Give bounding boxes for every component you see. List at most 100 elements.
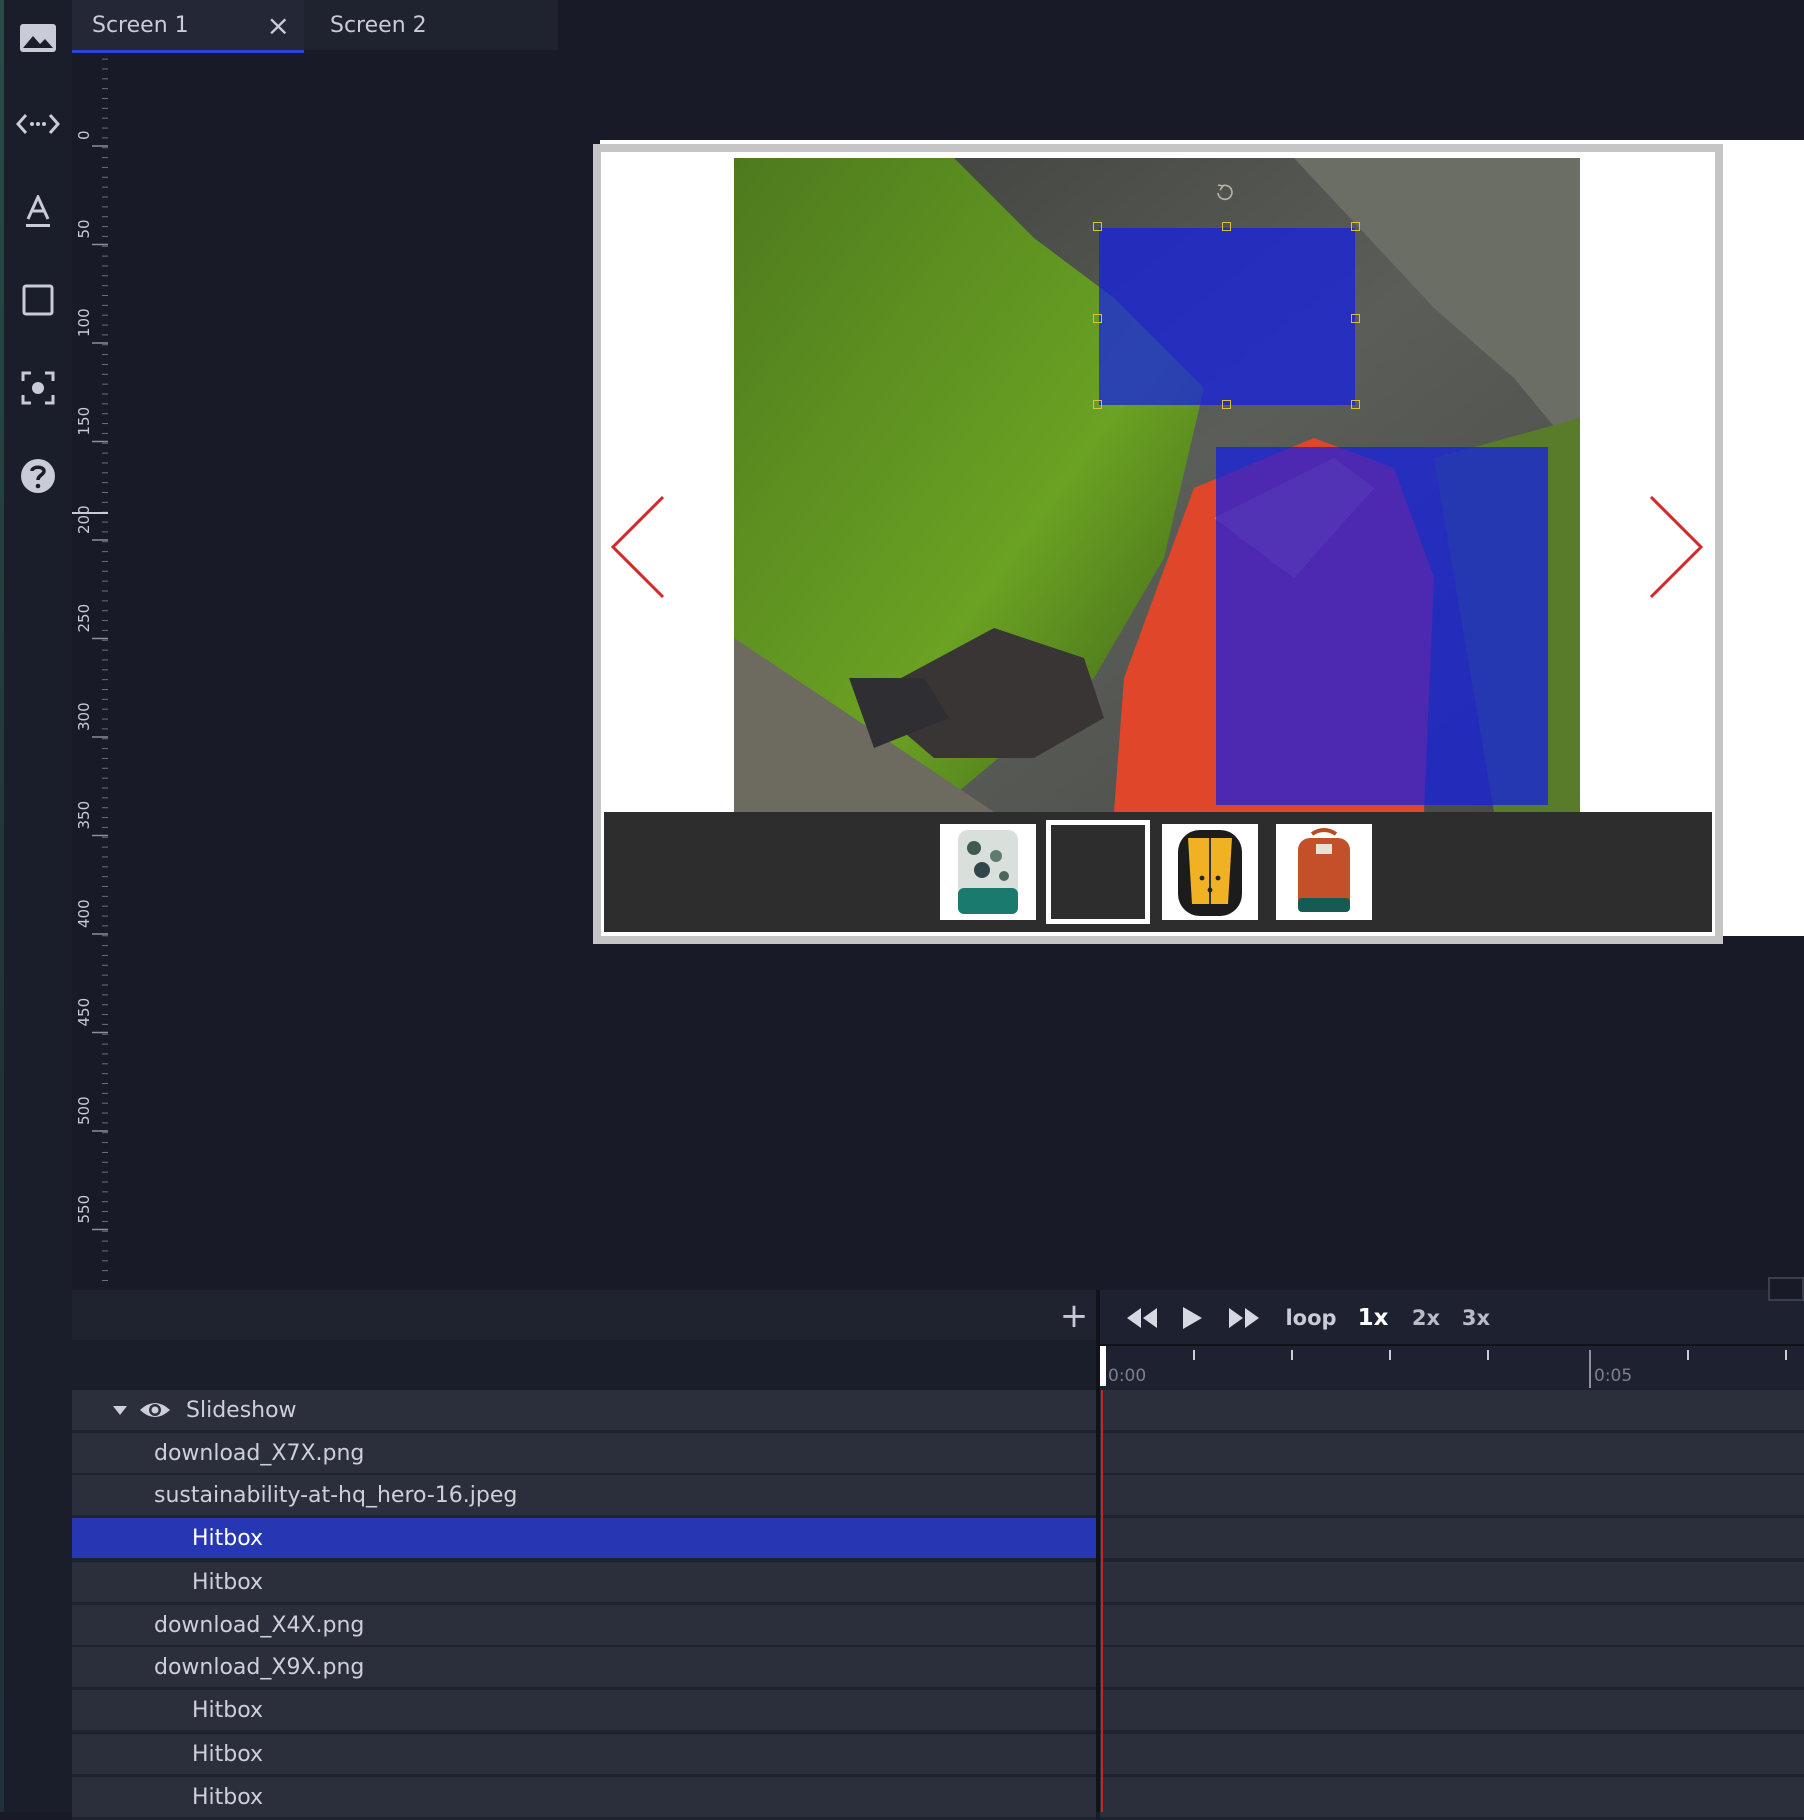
ruler-label: 400 (75, 899, 93, 928)
visibility-eye-icon[interactable] (138, 1399, 172, 1421)
track-row[interactable] (1100, 1605, 1804, 1648)
ruler-label: 250 (75, 604, 93, 633)
layers-header (72, 1340, 1096, 1390)
layer-row[interactable]: Hitbox (72, 1562, 1096, 1605)
track-row[interactable] (1100, 1690, 1804, 1733)
next-slide-button[interactable] (1646, 492, 1706, 602)
resize-handle[interactable] (1093, 222, 1102, 231)
resize-handle[interactable] (1351, 314, 1360, 323)
resize-handle[interactable] (1351, 400, 1360, 409)
ruler-label: 500 (75, 1096, 93, 1125)
hitbox-backpack[interactable] (1216, 447, 1548, 805)
screen-tabs (72, 1290, 1096, 1340)
tab-label: Screen 2 (330, 12, 427, 38)
add-screen-button[interactable]: + (1056, 1296, 1092, 1336)
track-row[interactable] (1100, 1734, 1804, 1777)
resize-handle[interactable] (1222, 400, 1231, 409)
layer-row[interactable]: download_X9X.png (72, 1647, 1096, 1690)
track-row[interactable] (1100, 1777, 1804, 1820)
ruler-ticks: -50050100150200250300350400450500550 (72, 0, 108, 1281)
layer-row[interactable]: download_X4X.png (72, 1605, 1096, 1648)
image-icon[interactable] (14, 14, 62, 62)
code-embed-icon[interactable] (14, 100, 62, 148)
fast-forward-icon (1229, 1308, 1259, 1328)
ruler-label: 0 (75, 130, 93, 140)
playhead-line (1101, 1390, 1103, 1812)
layer-row[interactable]: download_X7X.png (72, 1433, 1096, 1476)
hitbox-hat[interactable] (1099, 228, 1355, 405)
close-tab-icon[interactable]: × (267, 9, 290, 42)
layer-label: Hitbox (192, 1741, 264, 1767)
layer-row[interactable]: Hitbox (72, 1777, 1096, 1820)
resize-handle[interactable] (1093, 314, 1102, 323)
layer-row[interactable]: Hitbox (72, 1734, 1096, 1777)
tab-screen-2[interactable]: Screen 2 (304, 0, 558, 50)
thumbnail-3[interactable] (1162, 824, 1258, 920)
panel-corner-control[interactable] (1768, 1277, 1804, 1301)
tab-label: Screen 1 (92, 12, 189, 38)
layer-label: sustainability-at-hq_hero-16.jpeg (154, 1482, 518, 1508)
speed-2x-button[interactable]: 2x (1406, 1298, 1446, 1338)
layer-label: Hitbox (192, 1697, 264, 1723)
orange-backpack-image (1298, 828, 1350, 912)
track-row[interactable] (1100, 1390, 1804, 1433)
resize-handle[interactable] (1351, 222, 1360, 231)
help-icon[interactable] (14, 452, 62, 500)
track-row[interactable] (1100, 1518, 1804, 1561)
chevron-right-icon (1649, 495, 1704, 599)
vertical-ruler: -50050100150200250300350400450500550 (72, 0, 108, 1290)
thumbnail-strip (604, 812, 1712, 932)
tab-screen-1[interactable]: Screen 1 × (72, 0, 304, 53)
resize-handle[interactable] (1222, 222, 1231, 231)
layer-row-slideshow[interactable]: Slideshow (72, 1390, 1096, 1433)
collapse-caret-icon[interactable] (112, 1404, 128, 1416)
yellow-backpack-image (1178, 830, 1242, 916)
track-row[interactable] (1100, 1475, 1804, 1518)
layer-label: download_X9X.png (154, 1654, 365, 1680)
hotspot-icon[interactable] (14, 364, 62, 412)
resize-handle[interactable] (1093, 400, 1102, 409)
layer-row[interactable]: Hitbox (72, 1690, 1096, 1733)
chevron-left-icon (610, 495, 665, 599)
ruler-label: 350 (75, 801, 93, 830)
playhead-handle[interactable] (1100, 1346, 1106, 1386)
layer-label: download_X4X.png (154, 1612, 365, 1638)
track-row[interactable] (1100, 1647, 1804, 1690)
speed-3x-button[interactable]: 3x (1456, 1298, 1496, 1338)
ruler-label: 100 (75, 308, 93, 337)
ruler-label: 50 (75, 219, 93, 238)
thumbnail-2-selected[interactable] (1046, 820, 1150, 924)
thumbnail-4[interactable] (1276, 824, 1372, 920)
layer-label: Hitbox (192, 1525, 264, 1551)
ruler-label: 450 (75, 998, 93, 1027)
layer-label: Hitbox (192, 1569, 264, 1595)
ruler-label: 300 (75, 702, 93, 731)
text-icon[interactable] (14, 188, 62, 236)
play-icon (1183, 1307, 1202, 1329)
layer-label: Slideshow (186, 1397, 297, 1423)
layer-row[interactable]: sustainability-at-hq_hero-16.jpeg (72, 1475, 1096, 1518)
prev-slide-button[interactable] (608, 492, 668, 602)
rewind-icon (1127, 1308, 1157, 1328)
play-button[interactable] (1172, 1298, 1212, 1338)
ruler-label: 550 (75, 1195, 93, 1224)
shape-icon[interactable] (14, 276, 62, 324)
speed-1x-button[interactable]: 1x (1352, 1298, 1394, 1338)
layer-label: download_X7X.png (154, 1440, 365, 1466)
layer-row-selected[interactable]: Hitbox (72, 1518, 1096, 1561)
ruler-label: 150 (75, 407, 93, 436)
ruler-label: 200 (75, 505, 93, 534)
track-row[interactable] (1100, 1433, 1804, 1476)
thumbnail-1[interactable] (940, 824, 1036, 920)
time-ruler-ticks (1193, 1350, 1787, 1388)
track-row[interactable] (1100, 1562, 1804, 1605)
time-ruler[interactable]: 0:00 0:05 (1100, 1344, 1804, 1390)
loop-toggle[interactable]: loop (1284, 1298, 1338, 1338)
tool-rail (0, 0, 72, 1812)
layer-label: Hitbox (192, 1784, 264, 1810)
rewind-button[interactable] (1120, 1298, 1164, 1338)
rail-edge (0, 0, 4, 1812)
fast-forward-button[interactable] (1222, 1298, 1266, 1338)
rotate-handle-icon[interactable] (1214, 182, 1236, 204)
time-mark-5s: 0:05 (1594, 1366, 1633, 1386)
